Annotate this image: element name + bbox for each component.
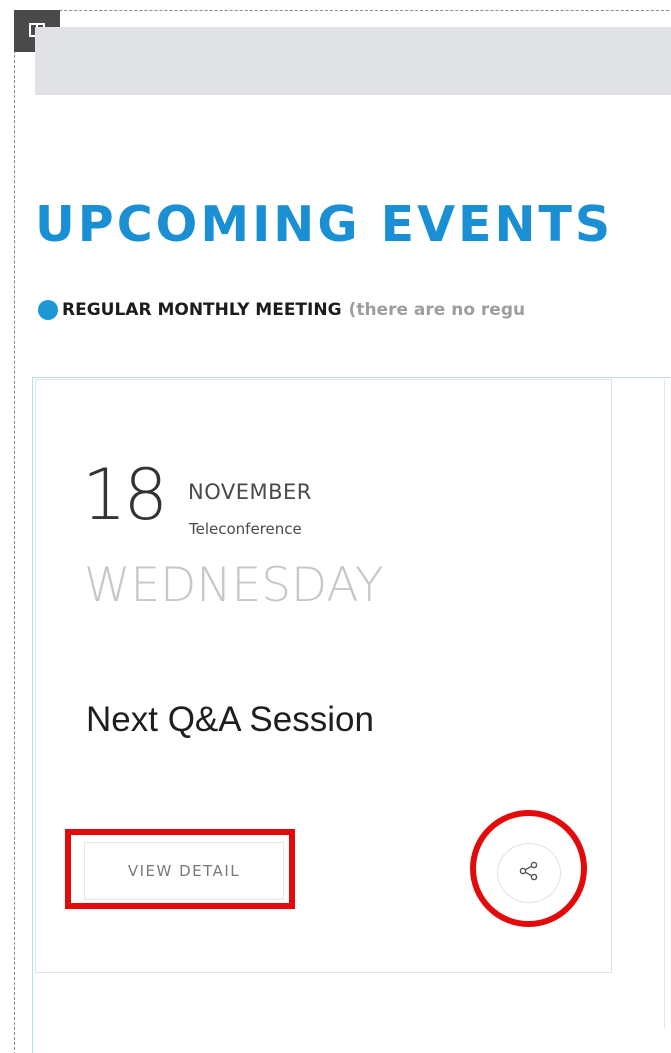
- legend-dot-icon: [38, 300, 58, 320]
- legend-note: (there are no regu: [348, 300, 526, 320]
- section-title: UPCOMING EVENTS: [35, 196, 614, 253]
- event-location: Teleconference: [189, 520, 302, 538]
- event-weekday: WEDNESDAY: [84, 558, 384, 613]
- event-day: 18: [82, 454, 168, 536]
- card-divider: [664, 379, 665, 1029]
- highlight-circle: [470, 810, 587, 927]
- placeholder-banner: [35, 27, 671, 95]
- event-legend: REGULAR MONTHLY MEETING (there are no re…: [38, 300, 525, 320]
- highlight-box: [65, 829, 295, 909]
- event-month: NOVEMBER: [188, 480, 312, 504]
- event-title: Next Q&A Session: [86, 700, 374, 739]
- legend-label: REGULAR MONTHLY MEETING: [62, 300, 342, 320]
